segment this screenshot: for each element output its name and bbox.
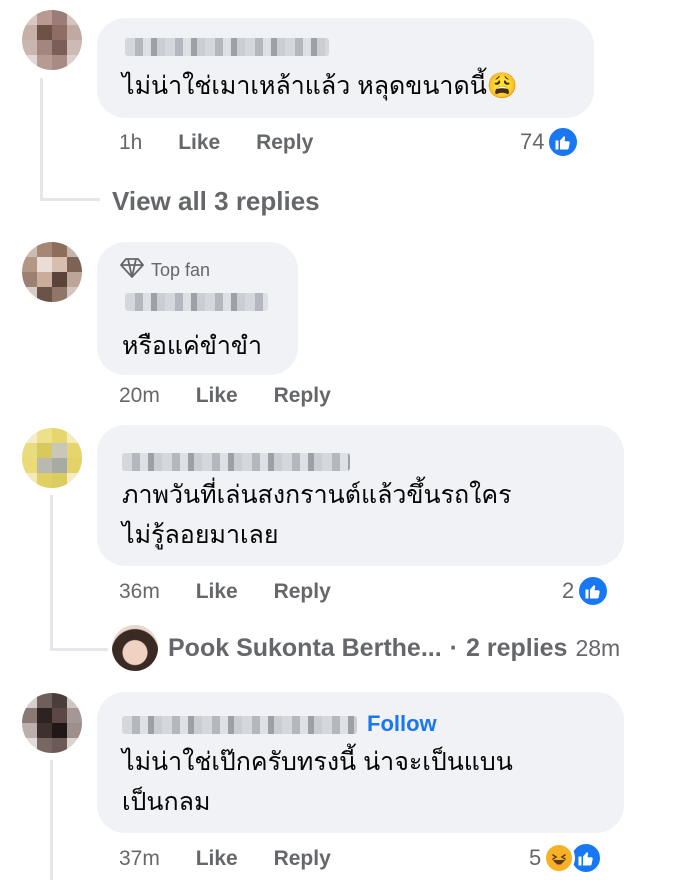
reaction-count: 74 [520,129,545,154]
reply-author-avatar [112,625,158,671]
like-button[interactable]: Like [178,131,220,154]
reaction-count: 5 [529,845,542,870]
comment-bubble: Follow ไม่น่าใช่เป๊กครับทรงนี้ น่าจะเป็น… [97,692,624,833]
comment-text-line: ไม่น่าใช่เป๊กครับทรงนี้ น่าจะเป็นแบน [122,748,513,776]
comment-meta: 20m Like Reply [119,384,331,408]
commenter-name-blurred[interactable] [125,38,329,56]
comment-time[interactable]: 37m [119,847,160,870]
thread-line [50,648,108,651]
comment-text: ไม่น่าใช่เมาเหล้าแล้ว หลุดขนาดนี้😩 [122,72,518,100]
diamond-icon [119,258,145,283]
reply-preview[interactable]: Pook Sukonta Berthe... · 2 replies 28m [112,625,620,671]
follow-button[interactable]: Follow [367,711,437,737]
thumbs-up-icon [546,125,581,159]
thumbs-up-icon [576,574,611,608]
reply-button[interactable]: Reply [274,847,331,870]
reply-button[interactable]: Reply [256,131,313,154]
thread-line [50,760,53,880]
commenter-name-blurred[interactable] [122,716,357,734]
comment-time[interactable]: 1h [119,131,142,154]
reaction-summary[interactable]: 5 [529,841,604,875]
comment-text-line: เป็นกลม [122,788,211,816]
reply-count: 2 replies [466,633,568,662]
reply-button[interactable]: Reply [274,384,331,407]
comment-text-line: ไม่รู้ลอยมาเลย [122,521,279,549]
avatar[interactable] [22,428,82,488]
commenter-name-blurred[interactable] [122,453,350,471]
reaction-summary[interactable]: 2 [562,574,611,608]
reply-author-name: Pook Sukonta Berthe... [168,633,442,662]
reaction-count: 2 [562,578,575,603]
top-fan-label: Top fan [151,260,211,280]
reply-button[interactable]: Reply [274,580,331,603]
reply-time: 28m [575,634,621,661]
top-fan-badge: Top fan [119,258,210,283]
comment-bubble: Top fan หรือแค่ขำขำ [97,242,298,375]
comment-time[interactable]: 20m [119,384,160,407]
comment-meta: 1h Like Reply [119,131,313,155]
comment-bubble: ภาพวันที่เล่นสงกรานต์แล้วขึ้นรถใคร ไม่รู… [97,425,624,566]
thread-line [40,78,43,200]
avatar[interactable] [22,693,82,753]
comment-time[interactable]: 36m [119,580,160,603]
reaction-summary[interactable]: 74 [520,125,581,159]
like-button[interactable]: Like [196,580,238,603]
commenter-name-blurred[interactable] [125,293,268,311]
thread-line [40,198,100,201]
comment-meta: 37m Like Reply [119,847,331,871]
comment-text-line: ภาพวันที่เล่นสงกรานต์แล้วขึ้นรถใคร [122,481,512,509]
view-all-replies-link[interactable]: View all 3 replies [112,186,320,217]
avatar[interactable] [22,10,82,70]
reply-separator: · [449,633,458,662]
avatar[interactable] [22,242,82,302]
comment-bubble: ไม่น่าใช่เมาเหล้าแล้ว หลุดขนาดนี้😩 [97,18,594,118]
like-button[interactable]: Like [196,384,238,407]
comment-text: หรือแค่ขำขำ [122,332,263,360]
laughing-face-icon [543,842,576,874]
comment-meta: 36m Like Reply [119,580,331,604]
like-button[interactable]: Like [196,847,238,870]
thread-line [50,495,53,650]
